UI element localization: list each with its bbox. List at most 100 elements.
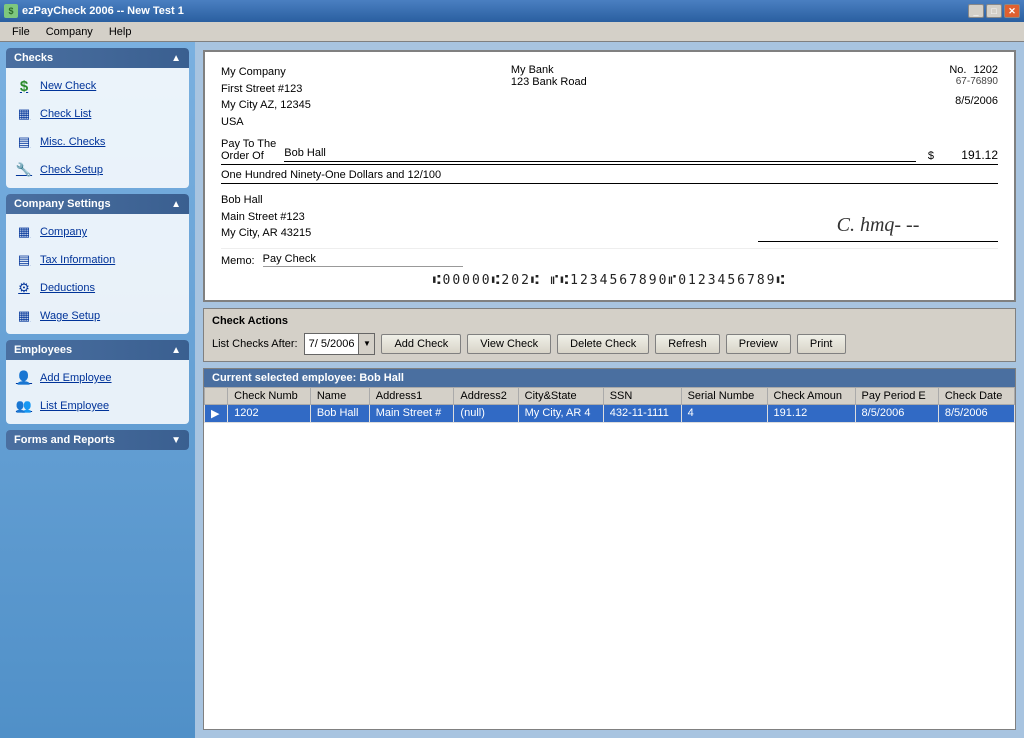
check-date: 8/5/2006 (949, 95, 998, 107)
sidebar-item-check-setup[interactable]: 🔧 Check Setup (6, 156, 189, 184)
signature-image: C. hmq- -- (758, 214, 998, 242)
sidebar-checks-content: $ New Check ▦ Check List ▤ Misc. Checks … (6, 68, 189, 188)
check-bank-info: My Bank 123 Bank Road (311, 64, 949, 130)
sidebar-item-deductions[interactable]: ⚙ Deductions (6, 274, 189, 302)
bank-address: 123 Bank Road (511, 76, 949, 88)
sidebar-item-wage-setup[interactable]: ▦ Wage Setup (6, 302, 189, 330)
sidebar-item-company[interactable]: ▦ Company (6, 218, 189, 246)
col-serial[interactable]: Serial Numbe (681, 387, 767, 404)
sidebar-item-tax-information[interactable]: ▤ Tax Information (6, 246, 189, 274)
check-no-label: No. (949, 64, 966, 76)
check-actions: Check Actions List Checks After: 7/ 5/20… (203, 308, 1016, 362)
sidebar-employees-label: Employees (14, 344, 72, 356)
wage-icon: ▦ (14, 306, 34, 326)
window-controls: _ □ ✕ (968, 4, 1020, 18)
company-name: My Company (221, 64, 311, 81)
close-button[interactable]: ✕ (1004, 4, 1020, 18)
menu-bar: FileCompanyHelp (0, 22, 1024, 42)
check-pay-line: Pay To TheOrder Of Bob Hall $ 191.12 (221, 138, 998, 165)
cell-serial: 4 (681, 404, 767, 422)
check-no-value: 1202 (974, 64, 998, 76)
col-amount[interactable]: Check Amoun (767, 387, 855, 404)
row-indicator: ▶ (205, 404, 228, 422)
company-address1: First Street #123 (221, 81, 311, 98)
col-name[interactable]: Name (310, 387, 369, 404)
cell-amount: 191.12 (767, 404, 855, 422)
sidebar-item-add-employee[interactable]: 👤 Add Employee (6, 364, 189, 392)
add-check-button[interactable]: Add Check (381, 334, 461, 354)
view-check-button[interactable]: View Check (467, 334, 551, 354)
sidebar-section-checks: Checks ▲ $ New Check ▦ Check List ▤ Misc… (6, 48, 189, 188)
sidebar-item-list-employee[interactable]: 👥 List Employee (6, 392, 189, 420)
sidebar-item-misc-checks[interactable]: ▤ Misc. Checks (6, 128, 189, 156)
cell-name: Bob Hall (310, 404, 369, 422)
sidebar-section-forms: Forms and Reports ▼ (6, 430, 189, 450)
check-header: My Company First Street #123 My City AZ,… (221, 64, 998, 130)
sidebar-item-new-check[interactable]: $ New Check (6, 72, 189, 100)
col-address2[interactable]: Address2 (454, 387, 518, 404)
check-actions-title: Check Actions (212, 315, 1007, 327)
menu-item-help[interactable]: Help (101, 24, 140, 40)
tax-icon: ▤ (14, 250, 34, 270)
app-icon: $ (4, 4, 18, 18)
check-actions-row: List Checks After: 7/ 5/2006 ▼ Add Check… (212, 333, 1007, 355)
check-address-signature: Bob Hall Main Street #123 My City, AR 43… (221, 192, 998, 242)
date-dropdown-button[interactable]: ▼ (358, 334, 374, 354)
menu-item-company[interactable]: Company (38, 24, 101, 40)
company-collapse-icon: ▲ (171, 199, 181, 210)
employee-table-container: Check Numb Name Address1 Address2 City&S… (204, 387, 1015, 730)
menu-item-file[interactable]: File (4, 24, 38, 40)
col-city-state[interactable]: City&State (518, 387, 603, 404)
table-row[interactable]: ▶1202Bob HallMain Street #(null)My City,… (205, 404, 1015, 422)
employee-header-bar: Current selected employee: Bob Hall (204, 369, 1015, 387)
maximize-button[interactable]: □ (986, 4, 1002, 18)
employees-collapse-icon: ▲ (171, 345, 181, 356)
print-button[interactable]: Print (797, 334, 846, 354)
payee-address-city: My City, AR 43215 (221, 225, 311, 242)
check-signature: C. hmq- -- (758, 192, 998, 242)
col-check-date[interactable]: Check Date (938, 387, 1014, 404)
payee-address-name: Bob Hall (221, 192, 311, 209)
sidebar-header-forms[interactable]: Forms and Reports ▼ (6, 430, 189, 450)
refresh-button[interactable]: Refresh (655, 334, 720, 354)
date-value: 7/ 5/2006 (305, 336, 359, 352)
minimize-button[interactable]: _ (968, 4, 984, 18)
sidebar-company-label: Company Settings (14, 198, 111, 210)
preview-button[interactable]: Preview (726, 334, 791, 354)
col-ssn[interactable]: SSN (603, 387, 681, 404)
deductions-icon: ⚙ (14, 278, 34, 298)
delete-check-button[interactable]: Delete Check (557, 334, 649, 354)
sidebar-item-check-list[interactable]: ▦ Check List (6, 100, 189, 128)
employee-header-text: Current selected employee: Bob Hall (212, 372, 404, 384)
table-header-row: Check Numb Name Address1 Address2 City&S… (205, 387, 1015, 404)
check-memo-line: Memo: Pay Check (221, 248, 998, 267)
check-amount-words-line: One Hundred Ninety-One Dollars and 12/10… (221, 167, 998, 184)
sidebar-header-company[interactable]: Company Settings ▲ (6, 194, 189, 214)
employee-table: Check Numb Name Address1 Address2 City&S… (204, 387, 1015, 423)
sidebar-header-checks[interactable]: Checks ▲ (6, 48, 189, 68)
col-pay-period[interactable]: Pay Period E (855, 387, 938, 404)
sidebar-checks-label: Checks (14, 52, 53, 64)
col-check-num[interactable]: Check Numb (228, 387, 311, 404)
main-layout: Checks ▲ $ New Check ▦ Check List ▤ Misc… (0, 42, 1024, 738)
forms-collapse-icon: ▼ (171, 435, 181, 446)
sidebar: Checks ▲ $ New Check ▦ Check List ▤ Misc… (0, 42, 195, 738)
cell-address2: (null) (454, 404, 518, 422)
list-person-icon: 👥 (14, 396, 34, 416)
memo-value: Pay Check (263, 253, 463, 267)
cell-ssn: 432-11-1111 (603, 404, 681, 422)
add-person-icon: 👤 (14, 368, 34, 388)
wrench-icon: 🔧 (14, 160, 34, 180)
title-bar-text: $ ezPayCheck 2006 -- New Test 1 (4, 4, 184, 18)
check-routing: 67-76890 (949, 76, 998, 87)
employee-section: Current selected employee: Bob Hall Chec… (203, 368, 1016, 731)
date-selector[interactable]: 7/ 5/2006 ▼ (304, 333, 376, 355)
sidebar-header-employees[interactable]: Employees ▲ (6, 340, 189, 360)
col-address1[interactable]: Address1 (369, 387, 454, 404)
company-address2: My City AZ, 12345 (221, 97, 311, 114)
check-no-line: No. 1202 (949, 64, 998, 76)
checklist-icon: ▦ (14, 104, 34, 124)
sidebar-section-company: Company Settings ▲ ▦ Company ▤ Tax Infor… (6, 194, 189, 334)
dollar-icon: $ (14, 76, 34, 96)
sidebar-section-employees: Employees ▲ 👤 Add Employee 👥 List Employ… (6, 340, 189, 424)
